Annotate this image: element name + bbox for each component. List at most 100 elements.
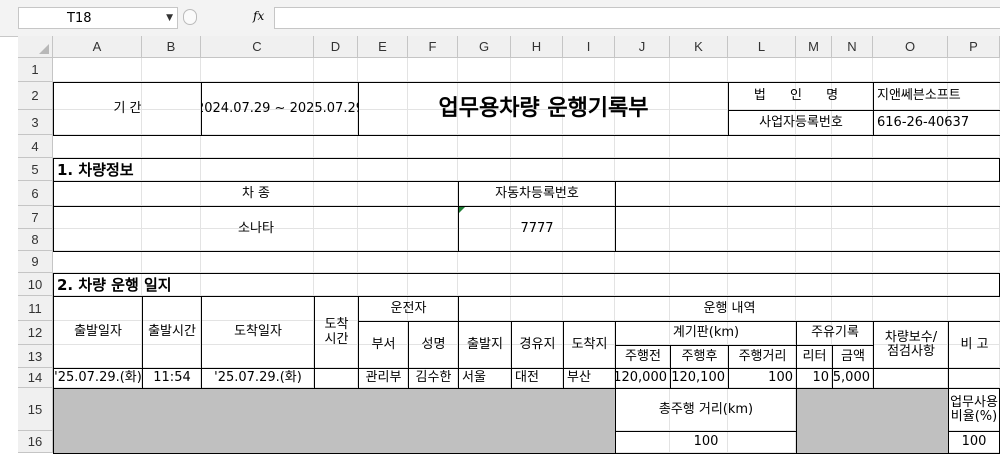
- grid-cell[interactable]: [142, 135, 201, 158]
- grid-cell[interactable]: [408, 58, 458, 82]
- row-header-5[interactable]: 5: [18, 158, 53, 181]
- column-header-k[interactable]: K: [670, 36, 728, 58]
- entry-note: [948, 368, 1000, 389]
- formula-input[interactable]: [274, 7, 1000, 29]
- header-depart-time: 출발시간: [142, 296, 202, 369]
- grid-cell[interactable]: [563, 251, 615, 273]
- grid-cell[interactable]: [615, 58, 670, 82]
- column-header-j[interactable]: J: [615, 36, 670, 58]
- row-header-8[interactable]: 8: [18, 229, 53, 251]
- row-header-13[interactable]: 13: [18, 345, 53, 368]
- grid-cell[interactable]: [53, 135, 142, 158]
- row-header-2[interactable]: 2: [18, 82, 53, 110]
- grid-cell[interactable]: [563, 135, 615, 158]
- row-header-11[interactable]: 11: [18, 296, 53, 321]
- grid-cell[interactable]: [53, 251, 142, 273]
- row-header-7[interactable]: 7: [18, 206, 53, 229]
- entry-via: 대전: [511, 368, 564, 389]
- grid-cell[interactable]: [142, 58, 201, 82]
- column-header-c[interactable]: C: [201, 36, 314, 58]
- grid-cell[interactable]: [458, 135, 511, 158]
- grid-cell[interactable]: [142, 251, 201, 273]
- grid-cell[interactable]: [511, 251, 563, 273]
- column-header-l[interactable]: L: [728, 36, 796, 58]
- grid-cell[interactable]: [670, 58, 728, 82]
- grid-cell[interactable]: [873, 251, 948, 273]
- column-header-a[interactable]: A: [53, 36, 142, 58]
- grid-cell[interactable]: [948, 58, 1000, 82]
- entry-after: 120,100: [670, 368, 729, 389]
- grid-cell[interactable]: [408, 135, 458, 158]
- row-header-1[interactable]: 1: [18, 58, 53, 82]
- header-note: 비 고: [948, 321, 1000, 369]
- grid-cell[interactable]: [201, 251, 314, 273]
- grid-cell[interactable]: [201, 58, 314, 82]
- grid-cell[interactable]: [201, 135, 314, 158]
- grid-cell[interactable]: [358, 58, 408, 82]
- grid-cell[interactable]: [832, 251, 873, 273]
- name-box[interactable]: T18 ▼: [18, 7, 178, 29]
- grid-cell[interactable]: [458, 251, 511, 273]
- column-header-g[interactable]: G: [458, 36, 511, 58]
- grid-cell[interactable]: [314, 58, 358, 82]
- column-header-b[interactable]: B: [142, 36, 201, 58]
- row-header-12[interactable]: 12: [18, 321, 53, 345]
- column-header-d[interactable]: D: [314, 36, 358, 58]
- row-header-10[interactable]: 10: [18, 273, 53, 296]
- column-header-e[interactable]: E: [358, 36, 408, 58]
- row-header-6[interactable]: 6: [18, 181, 53, 206]
- grid-cell[interactable]: [728, 58, 796, 82]
- entry-arrive-date: '25.07.29.(화): [201, 368, 315, 389]
- grid-cell[interactable]: [408, 251, 458, 273]
- entry-name: 김수한: [408, 368, 459, 389]
- grid-cell[interactable]: [728, 135, 796, 158]
- grid-cell[interactable]: [511, 58, 563, 82]
- column-header-m[interactable]: M: [796, 36, 832, 58]
- grid-cell[interactable]: [832, 58, 873, 82]
- grid-cell[interactable]: [670, 135, 728, 158]
- row-header-3[interactable]: 3: [18, 110, 53, 135]
- column-header-f[interactable]: F: [408, 36, 458, 58]
- column-header-h[interactable]: H: [511, 36, 563, 58]
- row-header-16[interactable]: 16: [18, 431, 53, 453]
- entry-amount: 5,000: [832, 368, 874, 389]
- grid-cell[interactable]: [511, 135, 563, 158]
- grid-cell[interactable]: [314, 135, 358, 158]
- row-header-15[interactable]: 15: [18, 388, 53, 431]
- grid-cell[interactable]: [53, 58, 142, 82]
- grid-cell[interactable]: [358, 135, 408, 158]
- grid-cell[interactable]: [873, 135, 948, 158]
- grid-cell[interactable]: [948, 251, 1000, 273]
- grid-cell[interactable]: [796, 251, 832, 273]
- grid-cell[interactable]: [796, 58, 832, 82]
- column-header-o[interactable]: O: [873, 36, 948, 58]
- grid-cell[interactable]: [563, 58, 615, 82]
- column-header-n[interactable]: N: [832, 36, 873, 58]
- column-header-i[interactable]: I: [563, 36, 615, 58]
- select-all-button[interactable]: [18, 36, 53, 58]
- period-value: 2024.07.29 ~ 2025.07.29: [201, 82, 359, 136]
- formula-buttons: fx: [181, 7, 273, 29]
- grid-cell[interactable]: [458, 58, 511, 82]
- header-arrive-date: 도착일자: [201, 296, 315, 369]
- grid-cell[interactable]: [314, 251, 358, 273]
- expand-handle-icon[interactable]: [183, 9, 197, 25]
- reg-no-label: 자동차등록번호: [458, 181, 616, 207]
- grid-cell[interactable]: [358, 251, 408, 273]
- grid-cell[interactable]: [832, 135, 873, 158]
- grid-cell[interactable]: [948, 135, 1000, 158]
- row-header-9[interactable]: 9: [18, 251, 53, 273]
- row-header-4[interactable]: 4: [18, 135, 53, 158]
- column-header-p[interactable]: P: [948, 36, 1000, 58]
- chevron-down-icon[interactable]: ▼: [166, 13, 173, 23]
- grid-cell[interactable]: [873, 58, 948, 82]
- period-label: 기 간: [53, 82, 202, 136]
- grid-cell[interactable]: [615, 251, 670, 273]
- header-after: 주행후: [670, 345, 729, 369]
- grid-cell[interactable]: [615, 135, 670, 158]
- grid-cell[interactable]: [670, 251, 728, 273]
- insert-function-icon[interactable]: fx: [253, 9, 264, 23]
- row-header-14[interactable]: 14: [18, 368, 53, 388]
- grid-cell[interactable]: [728, 251, 796, 273]
- grid-cell[interactable]: [796, 135, 832, 158]
